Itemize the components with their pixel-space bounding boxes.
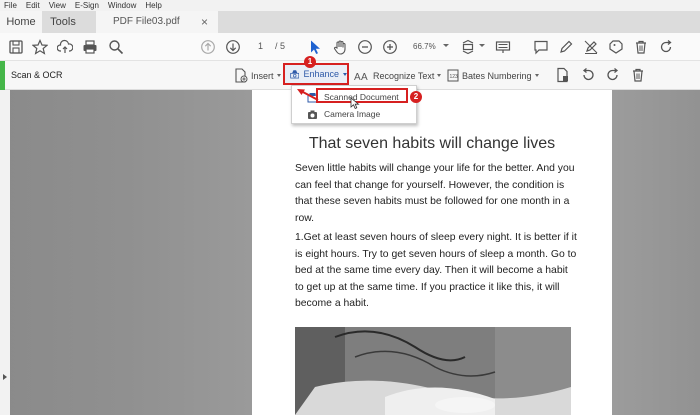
document-title: That seven habits will change lives — [308, 135, 556, 152]
insert-caret-icon — [276, 74, 281, 77]
cursor-icon[interactable] — [307, 39, 323, 55]
stamp-icon[interactable] — [608, 39, 624, 55]
expand-panel-icon[interactable] — [3, 374, 7, 380]
pen-icon[interactable] — [558, 39, 574, 55]
menu-edit[interactable]: Edit — [26, 0, 40, 11]
rotate-left-icon[interactable] — [580, 67, 596, 83]
recognize-caret-icon — [437, 74, 442, 77]
svg-text:A: A — [354, 72, 361, 82]
enhance-caret-icon — [343, 72, 347, 76]
rotate-right-icon[interactable] — [605, 67, 621, 83]
arrow-up-icon[interactable] — [200, 39, 216, 55]
enhance-label: Enhance — [303, 69, 339, 79]
main-toolbar: 1 / 5 66.7% — [0, 33, 700, 61]
hand-icon[interactable] — [332, 39, 348, 55]
search-icon[interactable] — [108, 39, 124, 55]
insert-page-icon — [235, 68, 248, 83]
zoom-in-icon[interactable] — [382, 39, 398, 55]
menu-help[interactable]: Help — [145, 0, 161, 11]
fit-page-icon[interactable] — [460, 39, 476, 55]
delete-page-icon[interactable] — [630, 67, 646, 83]
zoom-level[interactable]: 66.7% — [413, 42, 436, 51]
fit-caret-icon[interactable] — [479, 44, 485, 47]
canvas-right — [612, 90, 700, 415]
scan-ocr-title: Scan & OCR — [11, 70, 63, 80]
tab-document[interactable]: PDF File03.pdf × — [96, 11, 218, 33]
close-icon[interactable]: × — [201, 11, 208, 33]
tab-home[interactable]: Home — [0, 11, 42, 33]
arrow-down-icon[interactable] — [225, 39, 241, 55]
share-icon[interactable] — [658, 39, 674, 55]
insert-label: Insert — [251, 70, 274, 81]
scanned-document-highlight — [316, 88, 408, 103]
keyboard-icon[interactable] — [495, 39, 511, 55]
side-rail — [0, 90, 10, 415]
menu-esign[interactable]: E-Sign — [75, 0, 99, 11]
tab-tools[interactable]: Tools — [46, 11, 80, 33]
bates-numbering-button[interactable]: 123 Bates Numbering — [447, 67, 539, 84]
tab-document-label: PDF File03.pdf — [113, 16, 180, 27]
bed-photo-image — [295, 327, 571, 415]
tab-bar: Home Tools PDF File03.pdf × — [0, 11, 700, 33]
page-edit-icon[interactable] — [555, 67, 571, 83]
enhance-icon — [290, 70, 300, 79]
print-icon[interactable] — [82, 39, 98, 55]
menu-file[interactable]: File — [4, 0, 17, 11]
insert-button[interactable]: Insert — [234, 67, 281, 84]
canvas-left — [0, 90, 252, 415]
enhance-button[interactable]: Enhance — [283, 63, 349, 85]
upload-icon[interactable] — [57, 39, 73, 55]
sign-icon[interactable] — [583, 39, 599, 55]
svg-text:A: A — [361, 72, 368, 82]
recognize-text-label: Recognize Text — [373, 70, 435, 81]
delete-icon[interactable] — [633, 39, 649, 55]
document-paragraph-2: 1.Get at least seven hours of sleep ever… — [295, 232, 577, 309]
bates-caret-icon — [534, 74, 539, 77]
menu-view[interactable]: View — [49, 0, 66, 11]
pointer-arrow-icon — [297, 89, 319, 101]
document-paragraph-1: Seven little habits will change your lif… — [295, 163, 575, 224]
comment-icon[interactable] — [533, 39, 549, 55]
svg-text:123: 123 — [450, 74, 459, 80]
zoom-caret-icon[interactable] — [443, 44, 449, 47]
page-total: / 5 — [275, 41, 286, 51]
bates-icon: 123 — [447, 69, 459, 82]
camera-image-label: Camera Image — [324, 109, 381, 119]
menu-bar: File Edit View E-Sign Window Help — [0, 0, 700, 11]
bates-numbering-label: Bates Numbering — [462, 70, 532, 81]
step-badge-2: 2 — [410, 91, 422, 103]
document-photo — [295, 327, 571, 415]
save-icon[interactable] — [8, 39, 24, 55]
accent-bar — [0, 61, 5, 90]
zoom-out-icon[interactable] — [357, 39, 373, 55]
step-badge-1: 1 — [304, 56, 316, 68]
menu-window[interactable]: Window — [108, 0, 136, 11]
camera-icon — [308, 110, 317, 119]
star-icon[interactable] — [32, 39, 48, 55]
page-current[interactable]: 1 — [258, 41, 263, 51]
mouse-cursor-icon — [350, 97, 360, 110]
recognize-text-button[interactable]: AA Recognize Text — [354, 67, 442, 84]
text-recognize-icon: AA — [354, 72, 368, 82]
